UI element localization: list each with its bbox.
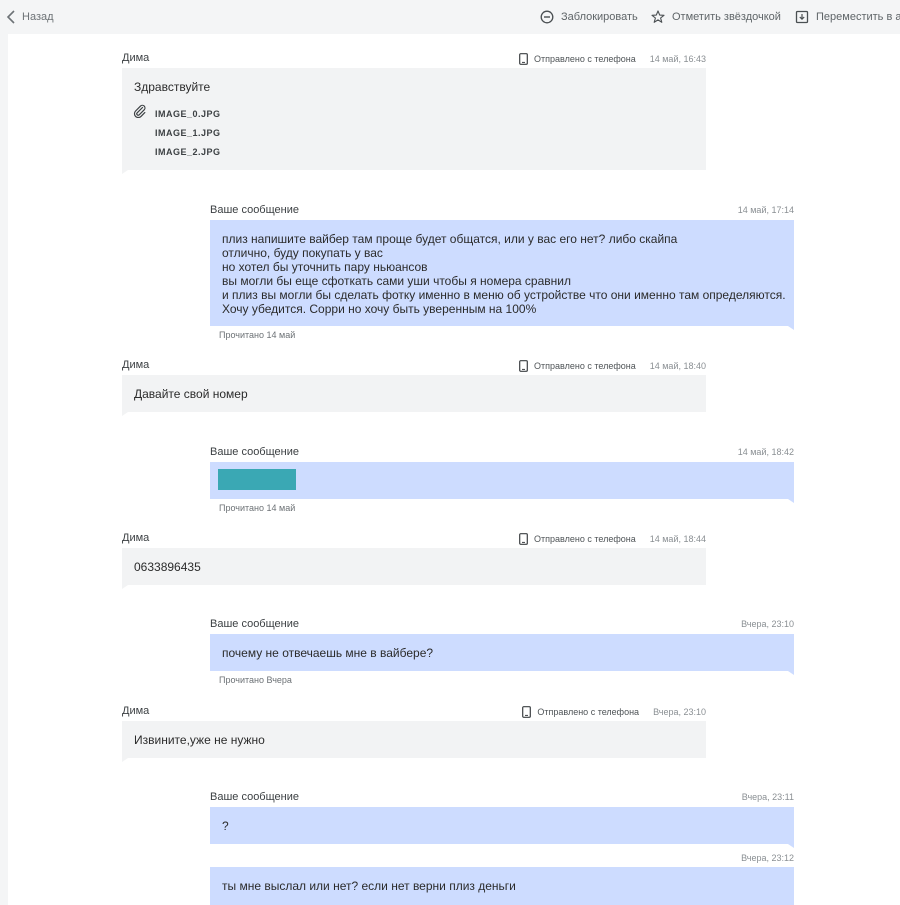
message-bubble: плиз напишите вайбер там проще будет общ… — [210, 220, 794, 330]
archive-button[interactable]: Переместить в архив — [795, 10, 900, 24]
block-icon — [540, 10, 554, 24]
star-label: Отметить звёздочкой — [672, 11, 781, 23]
attachment-link[interactable]: IMAGE_0.JPG — [155, 107, 221, 121]
message-bubble: 0633896435 — [122, 548, 706, 589]
star-icon — [651, 10, 665, 23]
message-incoming: Дима Отправлено с телефона 14 май, 16:43… — [122, 52, 706, 174]
message-outgoing: Ваше сообщение Вчера, 23:10 почему не от… — [210, 618, 794, 685]
toolbar: Назад Заблокировать Отметить звёздочкой … — [0, 0, 900, 34]
message-author: Дима — [122, 52, 150, 64]
message-bubble — [210, 462, 794, 503]
redacted-block — [218, 469, 296, 490]
message-text: ты мне выслал или нет? если нет верни пл… — [222, 879, 516, 893]
message-outgoing: Вчера, 23:12 ты мне выслал или нет? если… — [210, 852, 794, 905]
message-line: плиз напишите вайбер там проще будет общ… — [222, 232, 678, 246]
message-time: Вчера, 23:12 — [741, 853, 794, 863]
message-line: и плиз вы могли бы сделать фотку именно … — [222, 288, 786, 302]
sent-from-phone-label: Отправлено с телефона — [534, 534, 636, 544]
message-time: 14 май, 18:44 — [649, 534, 706, 544]
message-author: Ваше сообщение — [210, 791, 299, 803]
message-bubble: ты мне выслал или нет? если нет верни пл… — [210, 867, 794, 905]
message-time: Вчера, 23:10 — [741, 619, 794, 629]
message-line: Хочу убедится. Сорри но хочу быть уверен… — [222, 302, 537, 316]
attachment-link[interactable]: IMAGE_1.JPG — [155, 126, 221, 140]
read-status: Прочитано 14 май — [219, 503, 296, 513]
message-bubble: Давайте свой номер — [122, 375, 706, 416]
message-time: 14 май, 17:14 — [737, 205, 794, 215]
message-text: ? — [222, 819, 229, 833]
message-bubble: Здравствуйте IMAGE_0.JPG IMAGE_1.JPG IMA… — [122, 68, 706, 174]
message-time: Вчера, 23:11 — [741, 792, 794, 802]
message-incoming: Дима Отправлено с телефона 14 май, 18:40… — [122, 359, 706, 416]
message-text: почему не отвечаешь мне в вайбере? — [222, 646, 434, 660]
message-line: вы могли бы еще сфоткать сами уши чтобы … — [222, 274, 571, 288]
paperclip-icon — [133, 104, 146, 118]
message-text: плиз напишите вайбер там проще будет общ… — [222, 232, 790, 316]
message-bubble: Извините,уже не нужно — [122, 721, 706, 762]
attachment-link[interactable]: IMAGE_2.JPG — [155, 145, 221, 159]
message-author: Дима — [122, 359, 150, 371]
message-text: Извините,уже не нужно — [134, 733, 265, 747]
message-text: 0633896435 — [134, 560, 201, 574]
message-bubble: почему не отвечаешь мне в вайбере? — [210, 634, 794, 675]
archive-icon — [795, 10, 809, 24]
message-time: 14 май, 16:43 — [649, 54, 706, 64]
message-author: Дима — [122, 532, 150, 544]
chevron-left-icon — [6, 10, 15, 24]
archive-label: Переместить в архив — [816, 11, 900, 23]
message-line: но хотел бы уточнить пару ньюансов — [222, 260, 428, 274]
read-status: Прочитано Вчера — [219, 675, 292, 685]
sent-from-phone-label: Отправлено с телефона — [534, 361, 636, 371]
message-author: Дима — [122, 705, 150, 717]
read-status: Прочитано 14 май — [219, 330, 296, 340]
message-line: отлично, буду покупать у вас — [222, 246, 383, 260]
message-time: 14 май, 18:42 — [737, 447, 794, 457]
sent-from-phone-label: Отправлено с телефона — [534, 54, 636, 64]
message-outgoing: Ваше сообщение 14 май, 18:42 Прочитано 1… — [210, 446, 794, 513]
block-button[interactable]: Заблокировать — [540, 10, 638, 24]
back-label: Назад — [22, 11, 54, 23]
message-text: Давайте свой номер — [134, 387, 248, 401]
sent-from-phone-label: Отправлено с телефона — [537, 707, 640, 717]
phone-icon — [519, 533, 528, 545]
message-author: Ваше сообщение — [210, 204, 299, 216]
message-bubble: ? — [210, 807, 794, 848]
message-outgoing: Ваше сообщение 14 май, 17:14 плиз напиши… — [210, 204, 794, 340]
message-text: Здравствуйте — [134, 80, 211, 94]
conversation: Дима Отправлено с телефона 14 май, 16:43… — [8, 34, 900, 905]
message-incoming: Дима Отправлено с телефона 14 май, 18:44… — [122, 532, 706, 589]
message-author: Ваше сообщение — [210, 446, 299, 458]
phone-icon — [522, 706, 532, 718]
message-incoming: Дима Отправлено с телефона Вчера, 23:10 … — [122, 705, 706, 762]
star-button[interactable]: Отметить звёздочкой — [651, 10, 781, 24]
message-time: Вчера, 23:10 — [653, 707, 706, 717]
block-label: Заблокировать — [561, 11, 638, 23]
message-outgoing: Ваше сообщение Вчера, 23:11 ? — [210, 791, 794, 848]
phone-icon — [519, 53, 528, 65]
back-button[interactable]: Назад — [6, 10, 54, 24]
message-time: 14 май, 18:40 — [649, 361, 706, 371]
phone-icon — [519, 360, 528, 372]
message-author: Ваше сообщение — [210, 618, 299, 630]
